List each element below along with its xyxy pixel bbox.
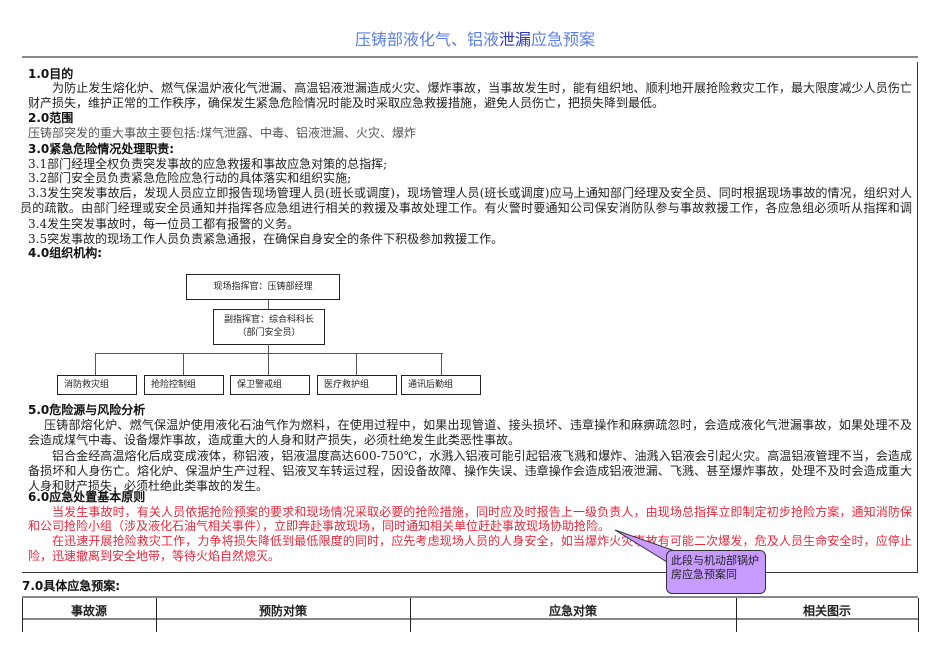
paragraph-line: 3.2部门安全员负责紧急危险应急行动的具体落实和组织实施; (28, 171, 352, 185)
org-node-deputy: 副指挥官：综合科科长 （部门安全员） (213, 309, 325, 345)
org-connector (268, 344, 269, 376)
org-connector (268, 299, 269, 309)
paragraph-line: 员的疏散。由部门经理或安全员通知并指挥各应急组进行相关的救援及事故处理工作。有火… (20, 201, 912, 215)
table-border (918, 598, 919, 632)
paragraph-line: 压铸部熔化炉、燃气保温炉使用液化石油气作为燃料，在使用过程中，如果出现管道、接头… (44, 418, 912, 432)
comment-callout[interactable]: 此段与机动部锅炉房应急预案同 (666, 550, 766, 594)
paragraph-line: 会造成煤气中毒、设备爆炸事故，造成重大的人身和财产损失，必须杜绝发生此类恶性事故… (28, 433, 521, 447)
section-heading: 1.0目的 (28, 67, 74, 81)
title-part-highlight: 泄漏 (498, 30, 531, 49)
title-part: 应急预案 (531, 30, 596, 49)
section-heading: 7.0具体应急预案: (22, 579, 121, 593)
org-connector (95, 353, 443, 354)
page-title: 压铸部液化气、铝液泄漏应急预案 (0, 26, 950, 50)
paragraph-line: 财产损失，维护正常的工作秩序，确保发生紧急危险情况时能及时采取应急救援措施，避免… (28, 96, 665, 110)
section-heading: 5.0危险源与风险分析 (28, 403, 146, 417)
column-header-source: 事故源 (70, 604, 107, 618)
paragraph-line: 和公司抢险小组（涉及液化石油气相关事件），立即奔赴事故现场，同时通知相关单位赶赴… (28, 519, 611, 533)
paragraph-line: 险，迅速撤离到安全地带，等待火焰自然熄灭。 (28, 549, 281, 563)
section-heading: 4.0组织机构: (28, 246, 103, 260)
column-header-response: 应急对策 (548, 604, 597, 618)
paragraph-line: 在迅速开展抢险救灾工作，力争将损失降低到最低限度的同时，应先考虑现场人员的人身安… (52, 534, 912, 548)
document-page: 压铸部液化气、铝液泄漏应急预案 1.0目的 为防止发生熔化炉、燃气保温炉液化气泄… (0, 0, 950, 672)
org-deputy-role: （部门安全员） (237, 328, 301, 338)
title-part: 压铸部液化气、铝液 (354, 30, 499, 49)
paragraph-line: 备损坏和人身伤亡。熔化炉、保温炉生产过程、铝液叉车转运过程，因设备故障、操作失误… (28, 464, 912, 478)
section-heading: 2.0范围 (28, 111, 74, 125)
paragraph-line: 铝合金经高温熔化后成变成液体，称铝液，铝液温度高达600-750℃，水溅入铝液可… (52, 449, 912, 463)
paragraph-line: 当发生事故时，有关人员依据抢险预案的要求和现场情况采取必要的抢险措施，同时应及时… (52, 505, 912, 519)
org-group: 消防救灾组 (57, 375, 137, 395)
paragraph-line: 压铸部突发的重大事故主要包括:煤气泄露、中毒、铝液泄漏、火灾、爆炸 (28, 126, 417, 140)
org-connector (441, 353, 442, 375)
org-node-commander: 现场指挥官：压铸部经理 (186, 274, 340, 300)
paragraph-line: 3.1部门经理全权负责突发事故的应急救援和事故应急对策的总指挥; (28, 157, 388, 171)
org-group: 保卫警戒组 (230, 375, 310, 395)
column-header-figures: 相关图示 (802, 604, 851, 618)
org-connector (95, 353, 96, 375)
divider (22, 56, 918, 58)
column-header-prevention: 预防对策 (258, 604, 307, 618)
emergency-plan-table: 事故源 预防对策 应急对策 相关图示 (22, 596, 919, 632)
section-heading: 6.0应急处置基本原则 (28, 490, 146, 504)
org-group: 抢险控制组 (144, 375, 224, 395)
org-connector (183, 353, 184, 375)
section-heading: 3.0紧急危险情况处理职责: (28, 142, 175, 156)
org-group: 通讯后勤组 (401, 375, 481, 395)
paragraph-line: 3.4发生突发事故时，每一位员工都有报警的义务。 (28, 217, 300, 231)
paragraph-line: 为防止发生熔化炉、燃气保温炉液化气泄漏、高温铝液泄漏造成火灾、爆炸事故，当事故发… (52, 81, 912, 95)
org-group: 医疗救护组 (317, 375, 397, 395)
paragraph-line: 3.5突发事故的现场工作人员负责紧急通报，在确保自身安全的条件下积极参加救援工作… (28, 232, 504, 246)
org-connector (356, 353, 357, 375)
org-deputy-title: 副指挥官：综合科科长 (223, 315, 314, 325)
paragraph-line: 3.3发生突发事故后，发现人员应立即报告现场管理人员(班长或调度)，现场管理人员… (28, 186, 912, 200)
